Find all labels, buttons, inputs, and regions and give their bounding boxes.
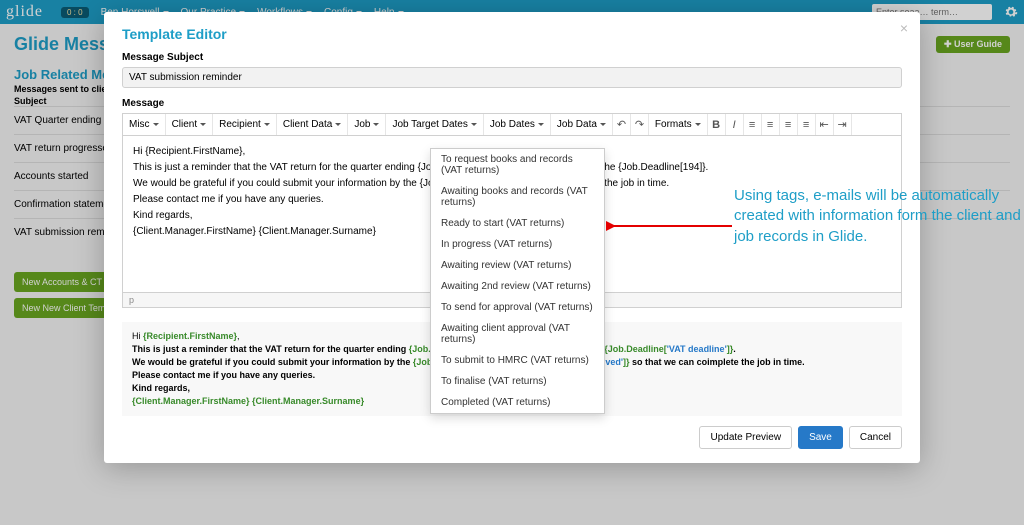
toolbar-job-dates[interactable]: Job Dates (484, 114, 551, 135)
editor-toolbar: Misc Client Recipient Client Data Job Jo… (122, 113, 902, 135)
align-right-icon[interactable]: ≡ (780, 114, 798, 135)
dropdown-item[interactable]: To submit to HMRC (VAT returns) (431, 350, 604, 371)
toolbar-job-data[interactable]: Job Data (551, 114, 613, 135)
dropdown-item[interactable]: Awaiting client approval (VAT returns) (431, 318, 604, 350)
subject-input[interactable] (122, 67, 902, 88)
modal-footer: Update Preview Save Cancel (122, 426, 902, 449)
toolbar-recipient[interactable]: Recipient (213, 114, 277, 135)
modal-title: Template Editor (122, 26, 902, 42)
dropdown-item[interactable]: Awaiting review (VAT returns) (431, 255, 604, 276)
save-button[interactable]: Save (798, 426, 843, 449)
toolbar-job[interactable]: Job (348, 114, 386, 135)
message-label: Message (122, 98, 902, 109)
indent-icon[interactable]: ⇥ (834, 114, 852, 135)
outdent-icon[interactable]: ⇤ (816, 114, 834, 135)
update-preview-button[interactable]: Update Preview (699, 426, 792, 449)
undo-icon[interactable]: ↶ (613, 114, 631, 135)
toolbar-formats[interactable]: Formats (649, 114, 708, 135)
dropdown-item[interactable]: Awaiting books and records (VAT returns) (431, 181, 604, 213)
dropdown-item[interactable]: To finalise (VAT returns) (431, 371, 604, 392)
toolbar-client-data[interactable]: Client Data (277, 114, 348, 135)
dropdown-item[interactable]: Ready to start (VAT returns) (431, 213, 604, 234)
job-target-dates-dropdown: To request books and records (VAT return… (430, 148, 605, 414)
align-left-icon[interactable]: ≡ (744, 114, 762, 135)
align-center-icon[interactable]: ≡ (762, 114, 780, 135)
subject-label: Message Subject (122, 52, 902, 63)
dropdown-item[interactable]: Awaiting 2nd review (VAT returns) (431, 276, 604, 297)
dropdown-item[interactable]: In progress (VAT returns) (431, 234, 604, 255)
toolbar-client[interactable]: Client (166, 114, 214, 135)
close-icon[interactable]: × (900, 20, 908, 36)
cancel-button[interactable]: Cancel (849, 426, 902, 449)
template-editor-modal: × Template Editor Message Subject Messag… (104, 12, 920, 463)
dropdown-item[interactable]: To send for approval (VAT returns) (431, 297, 604, 318)
dropdown-item[interactable]: To request books and records (VAT return… (431, 149, 604, 181)
redo-icon[interactable]: ↷ (631, 114, 649, 135)
toolbar-job-target-dates[interactable]: Job Target Dates (386, 114, 483, 135)
bold-icon[interactable]: B (708, 114, 726, 135)
toolbar-misc[interactable]: Misc (123, 114, 166, 135)
align-justify-icon[interactable]: ≡ (798, 114, 816, 135)
italic-icon[interactable]: I (726, 114, 744, 135)
dropdown-item[interactable]: Completed (VAT returns) (431, 392, 604, 413)
